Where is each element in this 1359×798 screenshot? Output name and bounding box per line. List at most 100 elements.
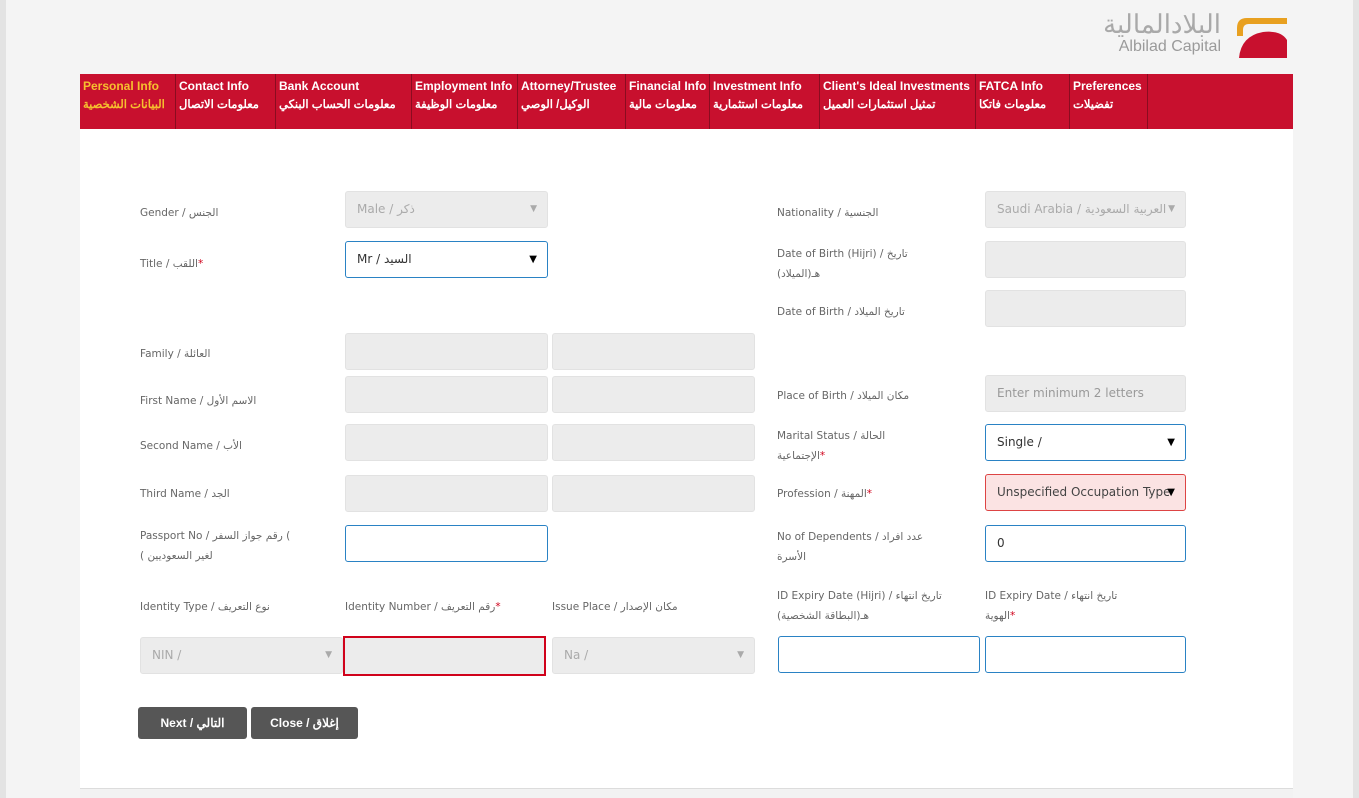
tab-label-ar: معلومات الوظيفة [415,99,498,111]
nationality-value: Saudi Arabia / العربية السعودية [997,202,1167,216]
place-of-birth-placeholder: Enter minimum 2 letters [997,386,1144,400]
third-name-en-input[interactable] [345,475,548,512]
tab-label-ar: معلومات استثمارية [713,99,803,111]
marital-status-label-line-1: Marital Status / الحالة [777,430,886,442]
tab-label-en: Employment Info [415,79,513,93]
chevron-down-icon: ▼ [737,650,744,660]
chevron-down-icon: ▼ [530,204,537,214]
tab-label-ar: البيانات الشخصية [83,99,165,111]
second-name-en-input[interactable] [345,424,548,461]
dependents-label-line-2: الأسرة [777,551,806,563]
second-name-ar-input[interactable] [552,424,755,461]
tab-clients-ideal-investments[interactable]: Client's Ideal Investments تمثيل استثمار… [820,74,976,129]
tab-label-ar: معلومات مالية [629,99,697,111]
issue-place-value: Na / [564,648,589,662]
tab-label-en: FATCA Info [979,79,1043,93]
place-of-birth-input[interactable]: Enter minimum 2 letters [985,375,1186,412]
brand-logo: البلادالمالية Albilad Capital [1081,10,1291,58]
page-left-border [0,0,6,798]
tab-attorney-trustee[interactable]: Attorney/Trustee الوكيل/ الوصي [518,74,626,129]
dob-label: Date of Birth / تاريخ الميلاد [777,306,905,318]
third-name-label: Third Name / الجد [140,488,230,500]
id-expiry-label-line-2: الهوية* [985,606,1015,626]
marital-status-value: Single / [997,435,1042,449]
family-name-ar-input[interactable] [552,333,755,370]
required-mark: * [495,601,501,613]
chevron-down-icon: ▼ [1167,437,1175,448]
passport-label-line-2: ( لغير السعوديين [140,550,213,562]
panel-footer-bar [80,788,1293,798]
profession-select[interactable]: Unspecified Occupation Type ▼ [985,474,1186,511]
tab-label-ar: الوكيل/ الوصي [521,99,590,111]
required-mark: * [866,488,873,500]
marital-status-select[interactable]: Single / ▼ [985,424,1186,461]
title-label: Title / اللقب* [140,254,203,274]
profession-label: Profession / المهنة* [777,484,872,504]
dob-hijri-label-line-1: Date of Birth (Hijri) / تاريخ [777,248,908,260]
next-button[interactable]: Next / التالي [138,707,247,739]
form-panel [80,129,1293,798]
first-name-en-input[interactable] [345,376,548,413]
tab-label-en: Client's Ideal Investments [823,79,970,93]
identity-type-select[interactable]: NIN / ▼ [140,637,343,674]
tab-label-ar: معلومات الاتصال [179,99,259,111]
id-expiry-label-text: الهوية [985,610,1010,622]
nationality-label: Nationality / الجنسية [777,207,879,219]
dependents-input[interactable]: 0 [985,525,1186,562]
dob-hijri-label-line-2: (الميلاد)هـ [777,268,821,280]
tab-fatca-info[interactable]: FATCA Info معلومات فاتكا [976,74,1070,129]
place-of-birth-label: Place of Birth / مكان الميلاد [777,390,910,402]
marital-status-label-line-2: الإجتماعية* [777,446,825,466]
nationality-select[interactable]: Saudi Arabia / العربية السعودية ▼ [985,191,1186,228]
title-value: Mr / السيد [357,252,412,266]
passport-label-line-1: Passport No / رقم جواز السفر ( [140,530,291,542]
family-name-en-input[interactable] [345,333,548,370]
issue-place-label: Issue Place / مكان الإصدار [552,601,678,613]
identity-number-input[interactable] [343,636,546,676]
tab-navigation: Personal Info البيانات الشخصية Contact I… [80,74,1293,129]
required-mark: * [197,258,204,270]
profession-label-text: Profession / المهنة [777,488,867,500]
tab-personal-info[interactable]: Personal Info البيانات الشخصية [80,74,176,129]
tab-label-en: Bank Account [279,79,360,93]
tab-label-ar: تمثيل استثمارات العميل [823,99,936,111]
tab-investment-info[interactable]: Investment Info معلومات استثمارية [710,74,820,129]
dependents-value: 0 [997,536,1005,550]
id-expiry-label-line-1: ID Expiry Date / تاريخ انتهاء [985,590,1118,602]
id-expiry-hijri-input[interactable] [778,636,980,673]
tab-label-en: Attorney/Trustee [521,79,617,93]
page-right-border [1353,0,1359,798]
required-mark: * [1009,610,1016,622]
third-name-ar-input[interactable] [552,475,755,512]
tab-bank-account[interactable]: Bank Account معلومات الحساب البنكي [276,74,412,129]
profession-value: Unspecified Occupation Type [997,485,1169,499]
title-select[interactable]: Mr / السيد ▼ [345,241,548,278]
id-expiry-hijri-label-line-1: ID Expiry Date (Hijri) / تاريخ انتهاء [777,590,942,602]
brand-name-ar: البلادالمالية [1103,10,1221,40]
chevron-down-icon: ▼ [1167,487,1175,498]
close-button[interactable]: Close / إغلاق [251,707,358,739]
tab-label-ar: معلومات فاتكا [979,99,1047,111]
id-expiry-hijri-label-line-2: (البطاقة الشخصية)هـ [777,610,870,622]
issue-place-select[interactable]: Na / ▼ [552,637,755,674]
tab-contact-info[interactable]: Contact Info معلومات الاتصال [176,74,276,129]
marital-status-label-text: الإجتماعية [777,450,820,462]
required-mark: * [819,450,826,462]
tab-financial-info[interactable]: Financial Info معلومات مالية [626,74,710,129]
dob-hijri-input[interactable] [985,241,1186,278]
gender-value: Male / ذكر [357,202,415,216]
id-expiry-input[interactable] [985,636,1186,673]
tab-label-ar: تفضيلات [1073,99,1114,111]
chevron-down-icon: ▼ [529,254,537,265]
gender-label: Gender / الجنس [140,207,219,219]
tab-label-en: Investment Info [713,79,802,93]
passport-number-input[interactable] [345,525,548,562]
first-name-ar-input[interactable] [552,376,755,413]
brand-name-en: Albilad Capital [1118,38,1221,55]
gender-select[interactable]: Male / ذكر ▼ [345,191,548,228]
brand-mark-icon [1237,18,1287,58]
dob-input[interactable] [985,290,1186,327]
tab-preferences[interactable]: Preferences تفضيلات [1070,74,1148,129]
family-label: Family / العائلة [140,348,211,360]
tab-employment-info[interactable]: Employment Info معلومات الوظيفة [412,74,518,129]
